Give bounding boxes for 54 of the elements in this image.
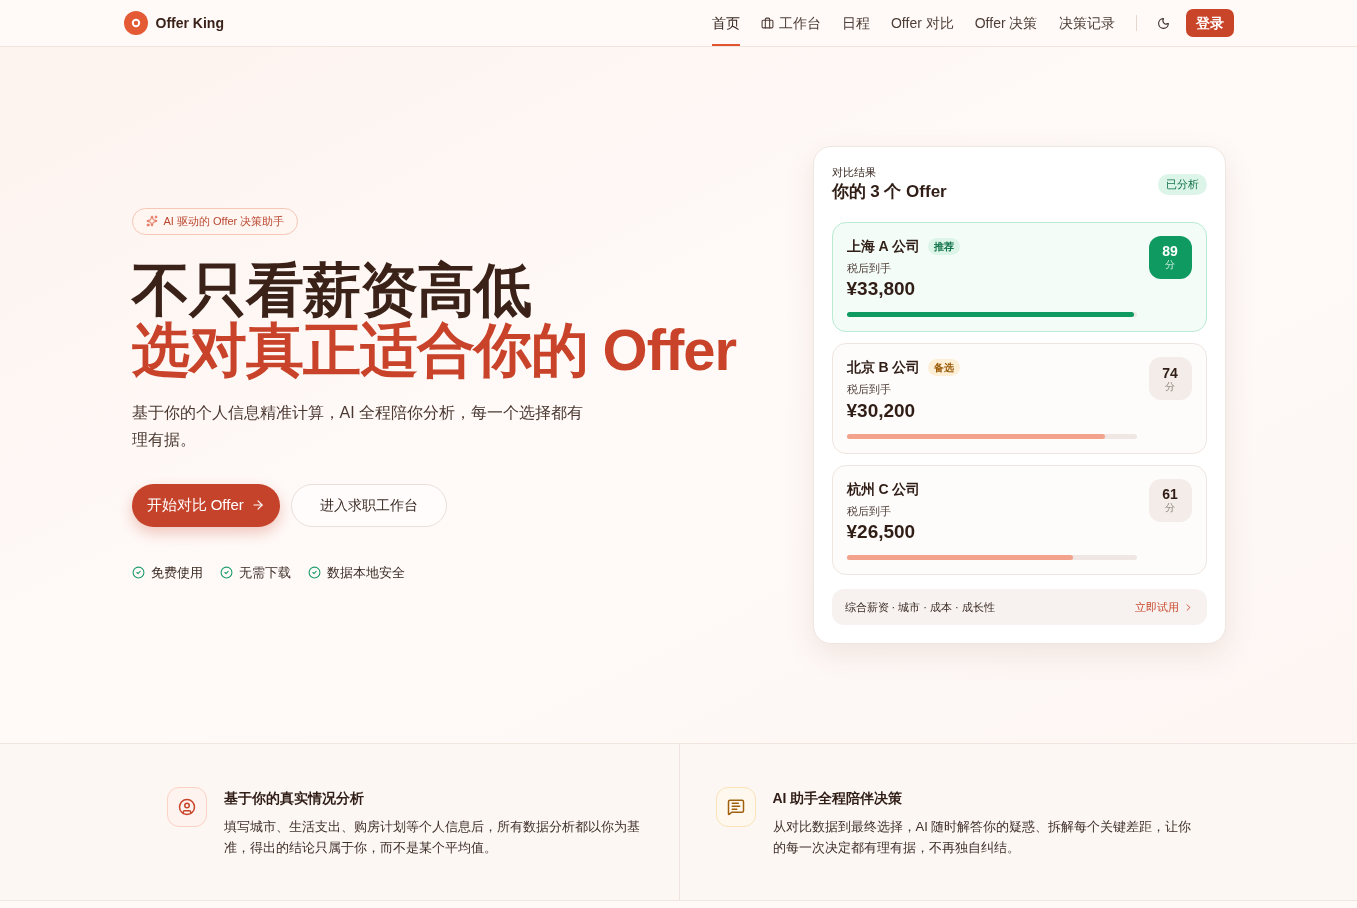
offer-card[interactable]: 上海 A 公司 推荐 税后到手 ¥33,800 89 分 [831, 221, 1207, 333]
net-salary: ¥26,500 [846, 520, 917, 545]
company-name: 杭州 C 公司 [846, 479, 921, 499]
workbench-button[interactable]: 进入求职工作台 [290, 483, 447, 527]
amount-caption: 税后到手 [846, 382, 892, 398]
offer-tag: 推荐 [927, 237, 960, 255]
headline: 不只看薪资高低 [131, 259, 531, 320]
logo-icon [123, 11, 148, 35]
sparkle-icon [145, 215, 158, 228]
chat-icon [715, 787, 756, 827]
nav-link[interactable]: 工作台 [760, 0, 821, 46]
headline-accent: 选对真正适合你的 Offer [131, 319, 737, 380]
check-circle-icon [131, 566, 145, 579]
offer-card[interactable]: 杭州 C 公司 税后到手 ¥26,500 61 分 [831, 464, 1207, 576]
perk-label: 免费使用 [150, 563, 203, 582]
feature-text: 填写城市、生活支出、购房计划等个人信息后，所有数据分析都以你为基准，得出的结论只属于你，而不是某个平均值。 [223, 818, 641, 857]
score-unit: 分 [1165, 502, 1175, 515]
score-value: 74 [1162, 364, 1178, 381]
offer-tag: 备选 [928, 359, 961, 377]
intro-text: 基于你的个人信息精准计算，AI 全程陪你分析，每一个选择都有理有据。 [131, 402, 585, 450]
badge-text: AI 驱动的 Offer 决策助手 [163, 214, 285, 229]
card-title: 你的 3 个 Offer [831, 180, 947, 203]
score-unit: 分 [1165, 259, 1175, 272]
moon-icon [1157, 16, 1170, 30]
try-now-link[interactable]: 立即试用 [1134, 599, 1194, 616]
amount-caption: 税后到手 [846, 503, 892, 519]
nav-link[interactable]: Offer 对比 [890, 0, 954, 46]
score-unit: 分 [1165, 380, 1175, 393]
score-value: 61 [1162, 486, 1178, 503]
theme-toggle[interactable] [1155, 15, 1172, 31]
check-circle-icon [307, 566, 321, 579]
company-name: 北京 B 公司 [846, 358, 921, 378]
offer-card[interactable]: 北京 B 公司 备选 税后到手 ¥30,200 74 分 [831, 343, 1207, 454]
perk-label: 无需下载 [238, 563, 291, 582]
nav-link[interactable]: 决策记录 [1058, 0, 1115, 46]
status-badge: 已分析 [1157, 174, 1207, 195]
company-name: 上海 A 公司 [846, 236, 920, 256]
login-button[interactable]: 登录 [1185, 9, 1234, 37]
feature-title: 基于你的真实情况分析 [223, 789, 365, 808]
brand-name: Offer King [155, 13, 224, 33]
nav-link[interactable]: 日程 [841, 0, 870, 46]
check-circle-icon [219, 566, 233, 579]
net-salary: ¥33,800 [846, 277, 917, 302]
briefcase-icon [760, 16, 774, 30]
perk-label: 数据本地安全 [326, 563, 405, 582]
score-value: 89 [1162, 243, 1178, 260]
nav-link[interactable]: Offer 决策 [974, 0, 1038, 46]
amount-caption: 税后到手 [846, 260, 892, 276]
criteria-text: 综合薪资 · 城市 · 成本 · 成长性 [844, 600, 995, 615]
net-salary: ¥30,200 [846, 398, 917, 423]
feature-text: 从对比数据到最终选择，AI 随时解答你的疑惑、拆解每个关键差距，让你的每一次决定都有理有据，不再独自纠结。 [772, 818, 1193, 857]
card-eyebrow: 对比结果 [831, 164, 877, 179]
start-compare-button[interactable]: 开始对比 Offer [131, 483, 280, 527]
feature-title: AI 助手全程陪伴决策 [772, 789, 904, 808]
